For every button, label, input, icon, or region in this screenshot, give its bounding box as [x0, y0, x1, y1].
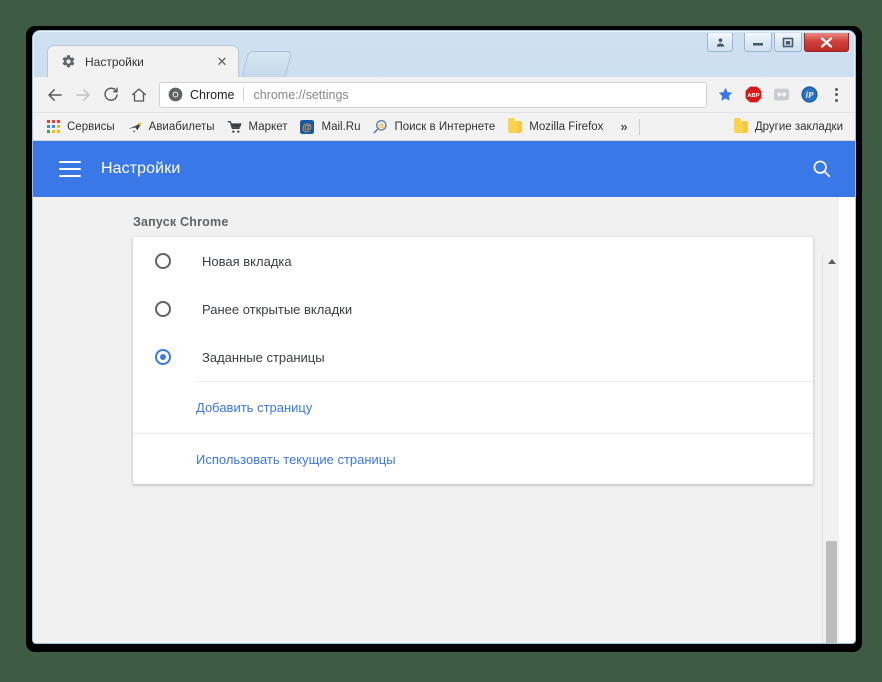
bookmark-item-services[interactable]: Сервисы: [39, 116, 121, 138]
hamburger-line: [59, 161, 81, 163]
url-text: chrome://settings: [253, 87, 349, 102]
bookmark-item-market[interactable]: Маркет: [221, 116, 294, 138]
search-at-icon: @: [372, 119, 388, 135]
tab-strip: Настройки ✕: [33, 31, 855, 77]
settings-header-bar: Настройки: [33, 141, 855, 197]
window-controls: [707, 33, 849, 52]
radio-option-new-tab[interactable]: Новая вкладка: [133, 237, 813, 285]
radio-label: Заданные страницы: [202, 349, 325, 365]
bookmark-label: Другие закладки: [754, 120, 843, 133]
svg-text:ABP: ABP: [747, 93, 759, 99]
scrollbar-thumb[interactable]: [826, 541, 837, 643]
menu-dot: [834, 93, 838, 96]
bookmark-star-button[interactable]: [713, 83, 737, 107]
folder-icon: [733, 117, 749, 135]
bookmarks-bar: Сервисы Авиабилеты Маркет @ Mail.Ru @ По…: [33, 113, 855, 141]
menu-dot: [834, 87, 838, 91]
maximize-icon: [782, 37, 794, 47]
bookmark-label: Поиск в Интернете: [394, 120, 496, 133]
page-viewport: Настройки Запуск Chrome Новая вкладка Ра…: [33, 141, 855, 643]
address-bar[interactable]: Chrome chrome://settings: [159, 81, 707, 108]
bookmark-label: Mozilla Firefox: [529, 120, 604, 133]
scroll-up-button[interactable]: [823, 253, 839, 270]
mailru-icon: @: [299, 119, 315, 135]
minimize-icon: [753, 43, 763, 46]
page-title: Настройки: [101, 160, 181, 177]
tab-title: Настройки: [85, 54, 144, 69]
arrow-right-icon: [76, 88, 90, 101]
radio-option-specific-pages[interactable]: Заданные страницы: [133, 333, 813, 381]
browser-tab-settings[interactable]: Настройки ✕: [47, 45, 239, 77]
startup-options-card: Новая вкладка Ранее открытые вкладки Зад…: [133, 237, 813, 484]
omnibox-divider: [243, 87, 245, 102]
radio-button[interactable]: [155, 253, 171, 269]
radio-label: Ранее открытые вкладки: [202, 301, 353, 317]
bookmark-label: Mail.Ru: [321, 120, 361, 133]
link-add-page[interactable]: Добавить страницу: [133, 382, 813, 433]
settings-content: Запуск Chrome Новая вкладка Ранее открыт…: [33, 197, 839, 643]
star-icon: [718, 87, 732, 101]
folder-icon: [507, 117, 523, 135]
content-scrollbar[interactable]: [822, 253, 839, 643]
arrow-left-icon: [48, 88, 62, 101]
bookmark-item-internet-search[interactable]: @ Поиск в Интернете: [366, 116, 501, 138]
settings-search-button[interactable]: [811, 158, 833, 180]
svg-text:@: @: [303, 122, 313, 133]
browser-toolbar: Chrome chrome://settings ABP iP: [33, 77, 855, 113]
radio-option-continue-session[interactable]: Ранее открытые вкладки: [133, 285, 813, 333]
hamburger-line: [59, 175, 81, 177]
chrome-logo-icon: [168, 87, 183, 102]
hamburger-line: [59, 168, 81, 170]
search-icon: [813, 160, 831, 178]
close-button[interactable]: [804, 33, 849, 52]
bookmarks-overflow-button[interactable]: »: [613, 119, 634, 134]
link-use-current-pages[interactable]: Использовать текущие страницы: [133, 433, 813, 484]
bookmark-label: Маркет: [248, 120, 288, 133]
bookmark-label: Авиабилеты: [148, 120, 215, 133]
home-icon: [131, 87, 147, 102]
generic-extension-icon[interactable]: [768, 82, 794, 108]
radio-button-selected[interactable]: [155, 349, 171, 365]
shopping-cart-icon: [227, 119, 243, 135]
svg-text:@: @: [378, 121, 385, 130]
profile-button[interactable]: [707, 33, 733, 52]
close-icon: [820, 36, 833, 48]
back-button[interactable]: [41, 81, 69, 109]
chrome-menu-button[interactable]: [825, 82, 847, 108]
tab-close-button[interactable]: ✕: [214, 54, 230, 70]
home-button[interactable]: [125, 81, 153, 109]
forward-button[interactable]: [69, 81, 97, 109]
security-chip-label: Chrome: [190, 87, 235, 102]
bookmark-item-mailru[interactable]: @ Mail.Ru: [293, 116, 366, 138]
bookmark-label: Сервисы: [67, 120, 115, 133]
reload-icon: [104, 87, 118, 101]
bookmark-folder-other[interactable]: Другие закладки: [727, 116, 849, 138]
ip-extension-icon[interactable]: iP: [796, 82, 822, 108]
hamburger-icon[interactable]: [59, 161, 81, 177]
menu-dot: [834, 98, 838, 102]
browser-window: Настройки ✕ Chrome chrome://settings ABP…: [32, 30, 856, 644]
person-icon: [716, 37, 724, 47]
section-title: Запуск Chrome: [133, 215, 229, 229]
new-tab-button[interactable]: [241, 51, 293, 77]
link-label: Использовать текущие страницы: [196, 451, 396, 467]
maximize-button[interactable]: [774, 33, 802, 52]
google-apps-grid-icon: [45, 119, 61, 135]
bookmarks-divider: [638, 118, 640, 135]
radio-label: Новая вкладка: [202, 253, 292, 269]
link-label: Добавить страницу: [196, 400, 313, 415]
bookmark-folder-mozilla-firefox[interactable]: Mozilla Firefox: [501, 116, 609, 138]
reload-button[interactable]: [97, 81, 125, 109]
adblock-plus-extension-icon[interactable]: ABP: [740, 82, 766, 108]
airplane-icon: [127, 119, 143, 135]
minimize-button[interactable]: [744, 33, 772, 52]
svg-text:iP: iP: [805, 90, 813, 100]
bookmark-item-aviabilety[interactable]: Авиабилеты: [121, 116, 221, 138]
desktop-background: Настройки ✕ Chrome chrome://settings ABP…: [0, 0, 882, 682]
caret-up-icon: [827, 259, 836, 264]
gear-icon: [60, 54, 76, 70]
radio-button[interactable]: [155, 301, 171, 317]
